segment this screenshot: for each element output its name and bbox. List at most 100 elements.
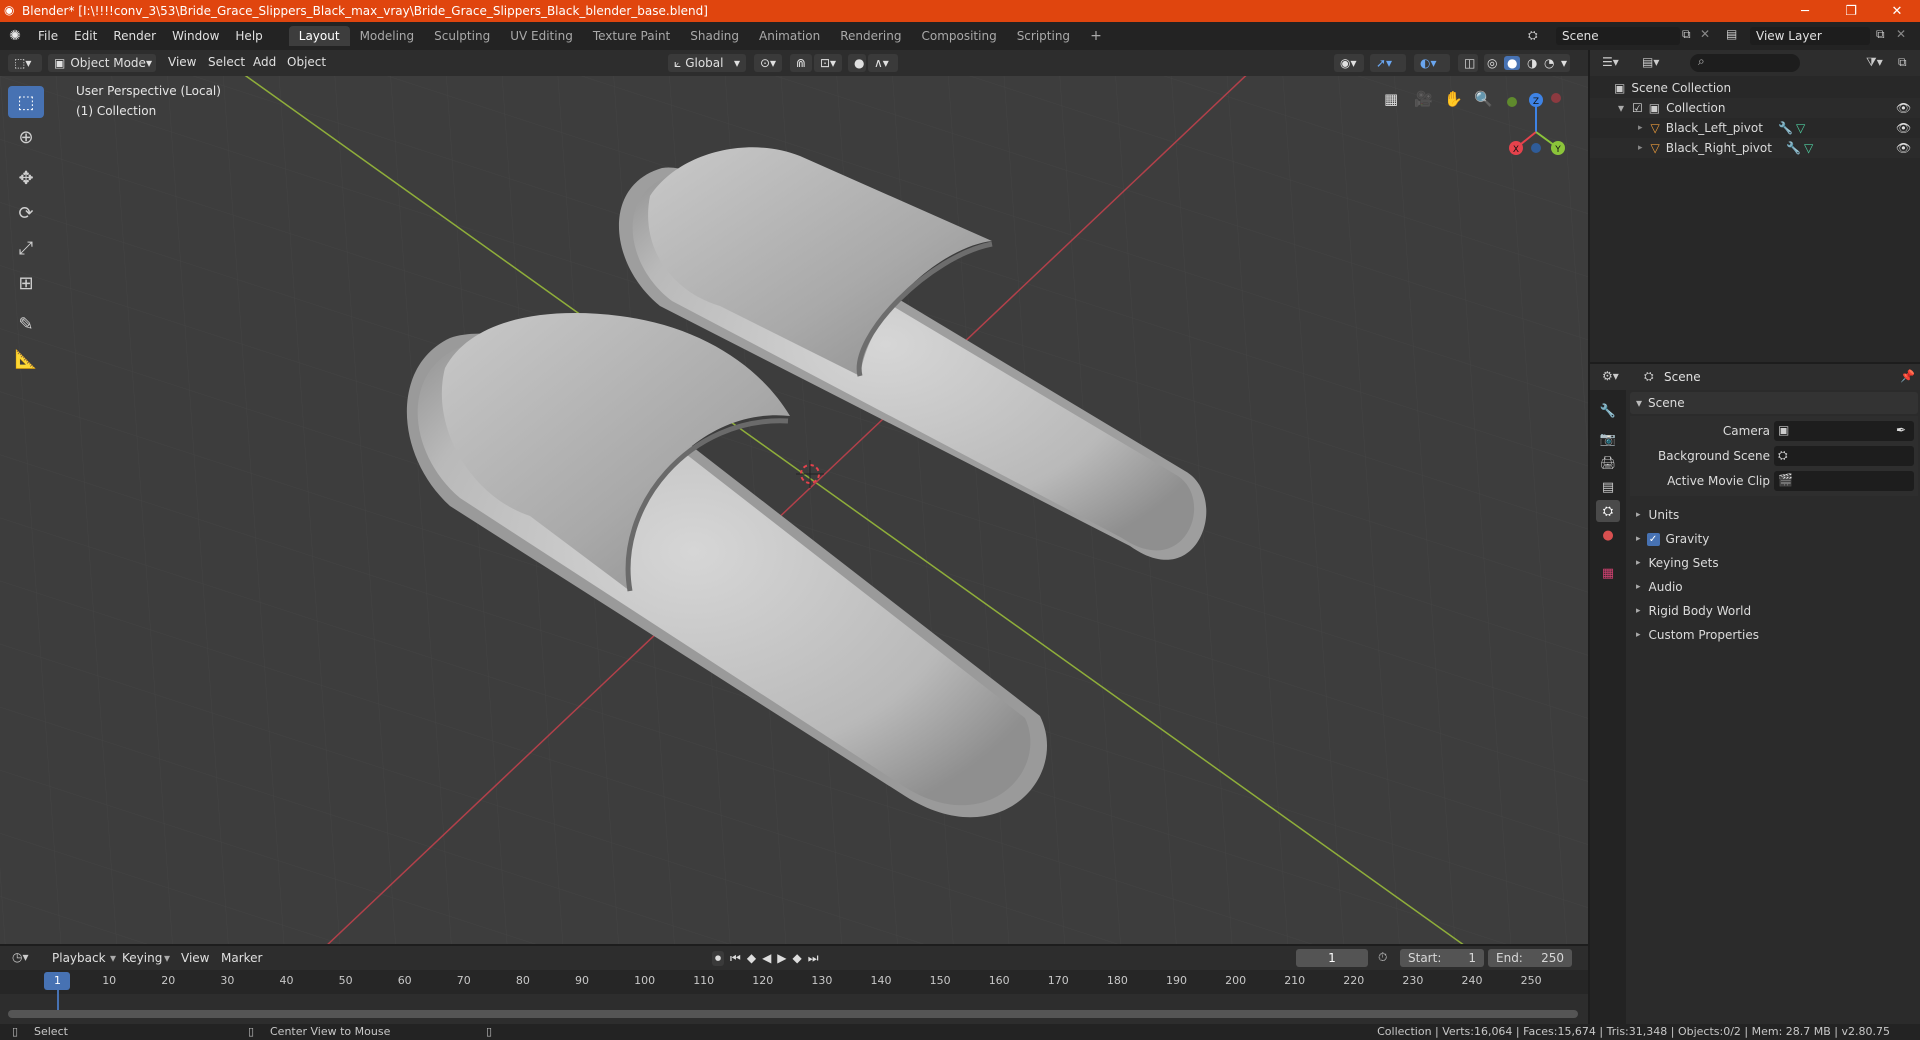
visibility-button[interactable]: ◉▾ <box>1334 54 1364 72</box>
play-reverse-icon[interactable]: ◀ <box>762 951 771 965</box>
tab-scene[interactable]: ⛭ <box>1596 500 1620 522</box>
view-layer-icon[interactable]: ▤ <box>1726 27 1737 41</box>
record-icon[interactable]: ⏺ <box>712 950 725 966</box>
scene-panel-header[interactable]: ▾ Scene <box>1630 392 1918 414</box>
display-mode-icon[interactable]: ▤▾ <box>1642 55 1659 69</box>
expand-arrow-icon[interactable]: ▸ <box>1638 123 1643 133</box>
section-keying-sets[interactable]: ▸ Keying Sets <box>1630 552 1918 574</box>
section-units[interactable]: ▸ Units <box>1630 504 1918 526</box>
editor-type-icon[interactable]: ◷▾ <box>12 950 29 964</box>
new-view-layer-icon[interactable]: ⧉ <box>1876 27 1885 42</box>
mesh-data-icon[interactable]: ▽ <box>1804 141 1813 155</box>
tab-scripting[interactable]: Scripting <box>1007 26 1080 46</box>
gravity-checkbox[interactable]: ✓ <box>1646 532 1660 546</box>
menu-edit[interactable]: Edit <box>66 29 105 43</box>
transform-tool[interactable]: ⊞ <box>8 267 44 299</box>
chevron-down-icon[interactable]: ▾ <box>1561 56 1567 70</box>
xray-toggle[interactable]: ◫ <box>1458 54 1478 72</box>
snap-toggle[interactable]: ⋒ <box>790 54 812 72</box>
start-frame-field[interactable]: Start: 1 <box>1400 949 1484 967</box>
tab-tool[interactable]: 🔧 <box>1596 400 1620 422</box>
tab-layout[interactable]: Layout <box>288 26 350 46</box>
rotate-tool[interactable]: ⟳ <box>8 197 44 229</box>
tab-sculpting[interactable]: Sculpting <box>424 26 500 46</box>
eye-visibility-icon[interactable]: 👁 <box>1896 121 1911 135</box>
active-movie-clip-field[interactable]: 🎬 <box>1774 471 1914 491</box>
menu-window[interactable]: Window <box>164 29 227 43</box>
menu-object[interactable]: Object <box>287 55 326 69</box>
measure-tool[interactable]: 📐 <box>8 343 44 375</box>
menu-file[interactable]: File <box>30 29 66 43</box>
chevron-down-icon[interactable]: ▾ <box>110 951 116 965</box>
mesh-data-icon[interactable]: ▽ <box>1796 121 1805 135</box>
editor-type-icon[interactable]: ☰▾ <box>1602 55 1619 69</box>
overlay-toggle[interactable]: ◐▾ <box>1414 54 1450 72</box>
current-frame-field[interactable]: 1 <box>1296 949 1368 967</box>
tab-shading[interactable]: Shading <box>680 26 749 46</box>
close-button[interactable]: ✕ <box>1874 0 1920 22</box>
view-layer-selector[interactable]: View Layer <box>1750 27 1870 45</box>
zoom-icon[interactable]: 🔍 <box>1474 90 1493 108</box>
expand-arrow-icon[interactable]: ▸ <box>1638 143 1643 153</box>
menu-view[interactable]: View <box>181 951 209 965</box>
menu-view[interactable]: View <box>168 55 196 69</box>
annotate-tool[interactable]: ✎ <box>8 308 44 340</box>
next-keyframe-icon[interactable]: ◆ <box>793 951 802 965</box>
modifier-wrench-icon[interactable]: 🔧 <box>1778 121 1793 135</box>
menu-render[interactable]: Render <box>105 29 164 43</box>
outliner-row-collection[interactable]: ▾ ☑ ▣ Collection 👁 <box>1590 98 1920 118</box>
gizmo-toggle[interactable]: ➚▾ <box>1370 54 1406 72</box>
menu-playback[interactable]: Playback <box>52 951 106 965</box>
tab-compositing[interactable]: Compositing <box>911 26 1006 46</box>
pan-hand-icon[interactable]: ✋ <box>1444 90 1463 108</box>
editor-type-icon[interactable]: ⚙▾ <box>1602 369 1619 383</box>
tab-uv-editing[interactable]: UV Editing <box>500 26 583 46</box>
eyedropper-icon[interactable]: ✒ <box>1896 423 1906 437</box>
minimize-button[interactable]: ─ <box>1782 0 1828 22</box>
delete-scene-icon[interactable]: ✕ <box>1700 27 1710 41</box>
tab-view-layer[interactable]: ▤ <box>1596 476 1620 498</box>
scene-selector[interactable]: Scene <box>1556 27 1680 45</box>
mode-selector[interactable]: ▣ Object Mode ▾ <box>48 54 156 72</box>
timeline-scrollbar[interactable] <box>8 1010 1578 1018</box>
outliner-row-object[interactable]: ▸ ▽ Black_Right_pivot 🔧 ▽ 👁 <box>1590 138 1920 158</box>
grid-toggle-icon[interactable]: ▦ <box>1384 90 1398 108</box>
cursor-tool[interactable]: ⊕ <box>8 121 44 153</box>
tab-texture[interactable]: ▦ <box>1596 562 1620 584</box>
transform-orientation-selector[interactable]: ⟀ Global ▾ <box>668 54 746 72</box>
select-box-tool[interactable]: ⬚ <box>8 86 44 118</box>
wireframe-shading-icon[interactable]: ◎ <box>1487 56 1497 70</box>
delete-view-layer-icon[interactable]: ✕ <box>1896 27 1906 41</box>
new-scene-icon[interactable]: ⧉ <box>1682 27 1691 42</box>
chevron-down-icon[interactable]: ▾ <box>164 951 170 965</box>
menu-help[interactable]: Help <box>227 29 270 43</box>
scale-tool[interactable]: ⤢ <box>8 232 44 264</box>
3d-viewport[interactable]: ⬚ ⊕ ✥ ⟳ ⤢ ⊞ ✎ 📐 User Perspective (Local)… <box>0 76 1588 944</box>
editor-type-button[interactable]: ⬚▾ <box>8 54 42 72</box>
navigation-gizmo[interactable]: Z X Y <box>1496 86 1586 166</box>
camera-view-icon[interactable]: 🎥 <box>1414 90 1433 108</box>
tab-texture-paint[interactable]: Texture Paint <box>583 26 680 46</box>
blender-menu-icon[interactable]: ✺ <box>0 28 30 44</box>
expand-arrow-icon[interactable]: ▾ <box>1618 101 1624 115</box>
end-frame-field[interactable]: End: 250 <box>1488 949 1572 967</box>
outliner-row-object[interactable]: ▸ ▽ Black_Left_pivot 🔧 ▽ 👁 <box>1590 118 1920 138</box>
outliner-search-input[interactable]: ⌕ <box>1690 54 1800 72</box>
tab-animation[interactable]: Animation <box>749 26 830 46</box>
stopwatch-icon[interactable]: ⏱ <box>1378 950 1387 965</box>
snap-target-button[interactable]: ⊡▾ <box>814 54 842 72</box>
tab-output[interactable]: 🖨 <box>1596 452 1620 474</box>
background-scene-field[interactable]: ⛭ <box>1774 446 1914 466</box>
menu-add[interactable]: Add <box>253 55 276 69</box>
add-workspace-button[interactable]: + <box>1080 25 1112 47</box>
tab-rendering[interactable]: Rendering <box>830 26 911 46</box>
solid-shading-icon[interactable]: ● <box>1503 56 1521 70</box>
pivot-point-button[interactable]: ⊙▾ <box>754 54 782 72</box>
jump-end-icon[interactable]: ⏭ <box>808 951 819 966</box>
falloff-button[interactable]: ∧▾ <box>868 54 898 72</box>
proportional-edit-toggle[interactable]: ● <box>848 54 866 72</box>
tab-world[interactable]: ● <box>1596 524 1620 546</box>
section-rigid-body-world[interactable]: ▸ Rigid Body World <box>1630 600 1918 622</box>
menu-marker[interactable]: Marker <box>221 951 262 965</box>
tab-render[interactable]: 📷 <box>1596 428 1620 450</box>
